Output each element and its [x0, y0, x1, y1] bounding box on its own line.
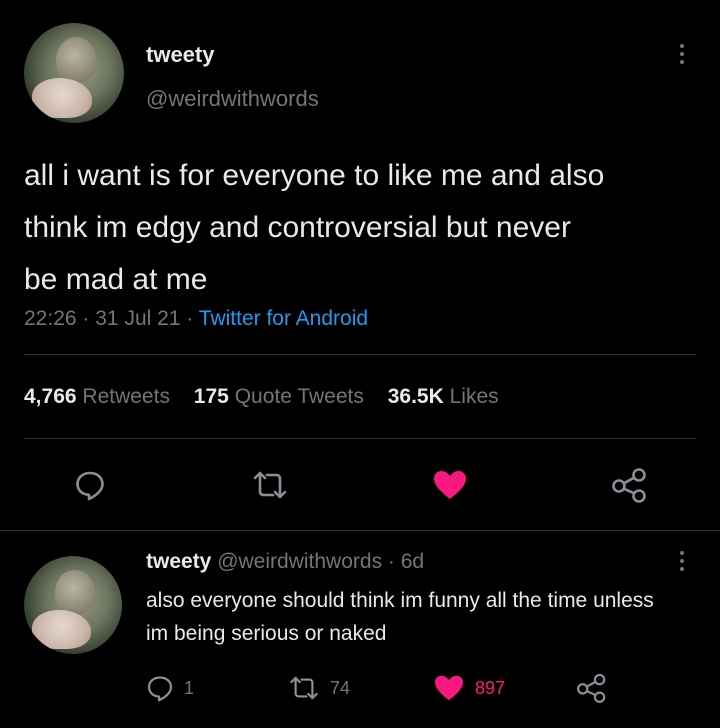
- quotes-label: Quote Tweets: [234, 385, 364, 408]
- like-count: 897: [475, 677, 506, 698]
- reply-text-line: im being serious or naked: [146, 622, 387, 645]
- heart-icon: [434, 471, 466, 499]
- tweet-text-line: be mad at me: [24, 263, 208, 296]
- bird-image: [55, 569, 95, 615]
- heart-icon: [435, 675, 463, 701]
- avatar[interactable]: [24, 556, 122, 654]
- quotes-stat[interactable]: 175 Quote Tweets: [194, 385, 370, 408]
- likes-stat[interactable]: 36.5K Likes: [388, 385, 499, 408]
- tweet-text-line: all i want is for everyone to like me an…: [24, 159, 605, 192]
- speech-bubble-icon: [147, 676, 173, 702]
- retweet-button[interactable]: [250, 467, 290, 503]
- meta-separator: ·: [186, 307, 194, 330]
- likes-count: 36.5K: [387, 385, 444, 408]
- tweet-stats: 4,766 Retweets 175 Quote Tweets 36.5K Li…: [24, 385, 499, 409]
- share-nodes-icon: [612, 468, 646, 503]
- retweets-stat[interactable]: 4,766 Retweets: [24, 385, 176, 408]
- divider: [24, 438, 696, 439]
- reply-button[interactable]: [72, 467, 108, 503]
- share-nodes-icon: [577, 673, 606, 703]
- retweet-count: 74: [330, 677, 351, 698]
- share-button[interactable]: [610, 465, 650, 505]
- more-options-icon[interactable]: [679, 44, 685, 64]
- hand-image: [32, 78, 92, 118]
- meta-separator: ·: [82, 307, 90, 330]
- reply-age: · 6d: [387, 550, 425, 573]
- reply-header: tweety @weirdwithwords · 6d: [146, 550, 424, 574]
- tweet-text: all i want is for everyone to like me an…: [24, 150, 604, 306]
- bird-image: [56, 37, 96, 83]
- author-handle[interactable]: @weirdwithwords: [146, 86, 319, 112]
- likes-label: Likes: [449, 385, 499, 408]
- tweet-source-link[interactable]: Twitter for Android: [199, 307, 368, 330]
- reply-reply-button[interactable]: 1: [146, 674, 194, 702]
- author-display-name[interactable]: tweety: [146, 550, 211, 573]
- reply-share-button[interactable]: [576, 672, 608, 704]
- reply-retweet-button[interactable]: 74: [288, 674, 350, 702]
- like-button[interactable]: [431, 467, 469, 503]
- tweet-time[interactable]: 22:26: [24, 307, 77, 330]
- tweet-meta: 22:26 · 31 Jul 21 · Twitter for Android: [24, 307, 368, 331]
- reply-count: 1: [184, 677, 195, 698]
- divider: [24, 354, 696, 355]
- author-handle[interactable]: @weirdwithwords: [217, 550, 382, 573]
- more-options-icon[interactable]: [679, 551, 685, 571]
- reply-text: also everyone should think im funny all …: [146, 584, 654, 650]
- retweets-count: 4,766: [24, 385, 77, 408]
- retweet-arrows-icon: [290, 676, 318, 700]
- author-display-name[interactable]: tweety: [146, 42, 214, 68]
- tweet-date[interactable]: 31 Jul 21: [95, 307, 180, 330]
- tweet-text-line: think im edgy and controversial but neve…: [24, 211, 571, 244]
- divider: [0, 530, 720, 531]
- quotes-count: 175: [193, 385, 229, 408]
- speech-bubble-icon: [76, 471, 104, 501]
- reply-text-line: also everyone should think im funny all …: [146, 589, 654, 612]
- avatar[interactable]: [24, 23, 124, 123]
- retweet-arrows-icon: [253, 471, 287, 499]
- reply-like-button[interactable]: 897: [433, 674, 505, 702]
- retweets-label: Retweets: [82, 385, 170, 408]
- hand-image: [31, 609, 91, 650]
